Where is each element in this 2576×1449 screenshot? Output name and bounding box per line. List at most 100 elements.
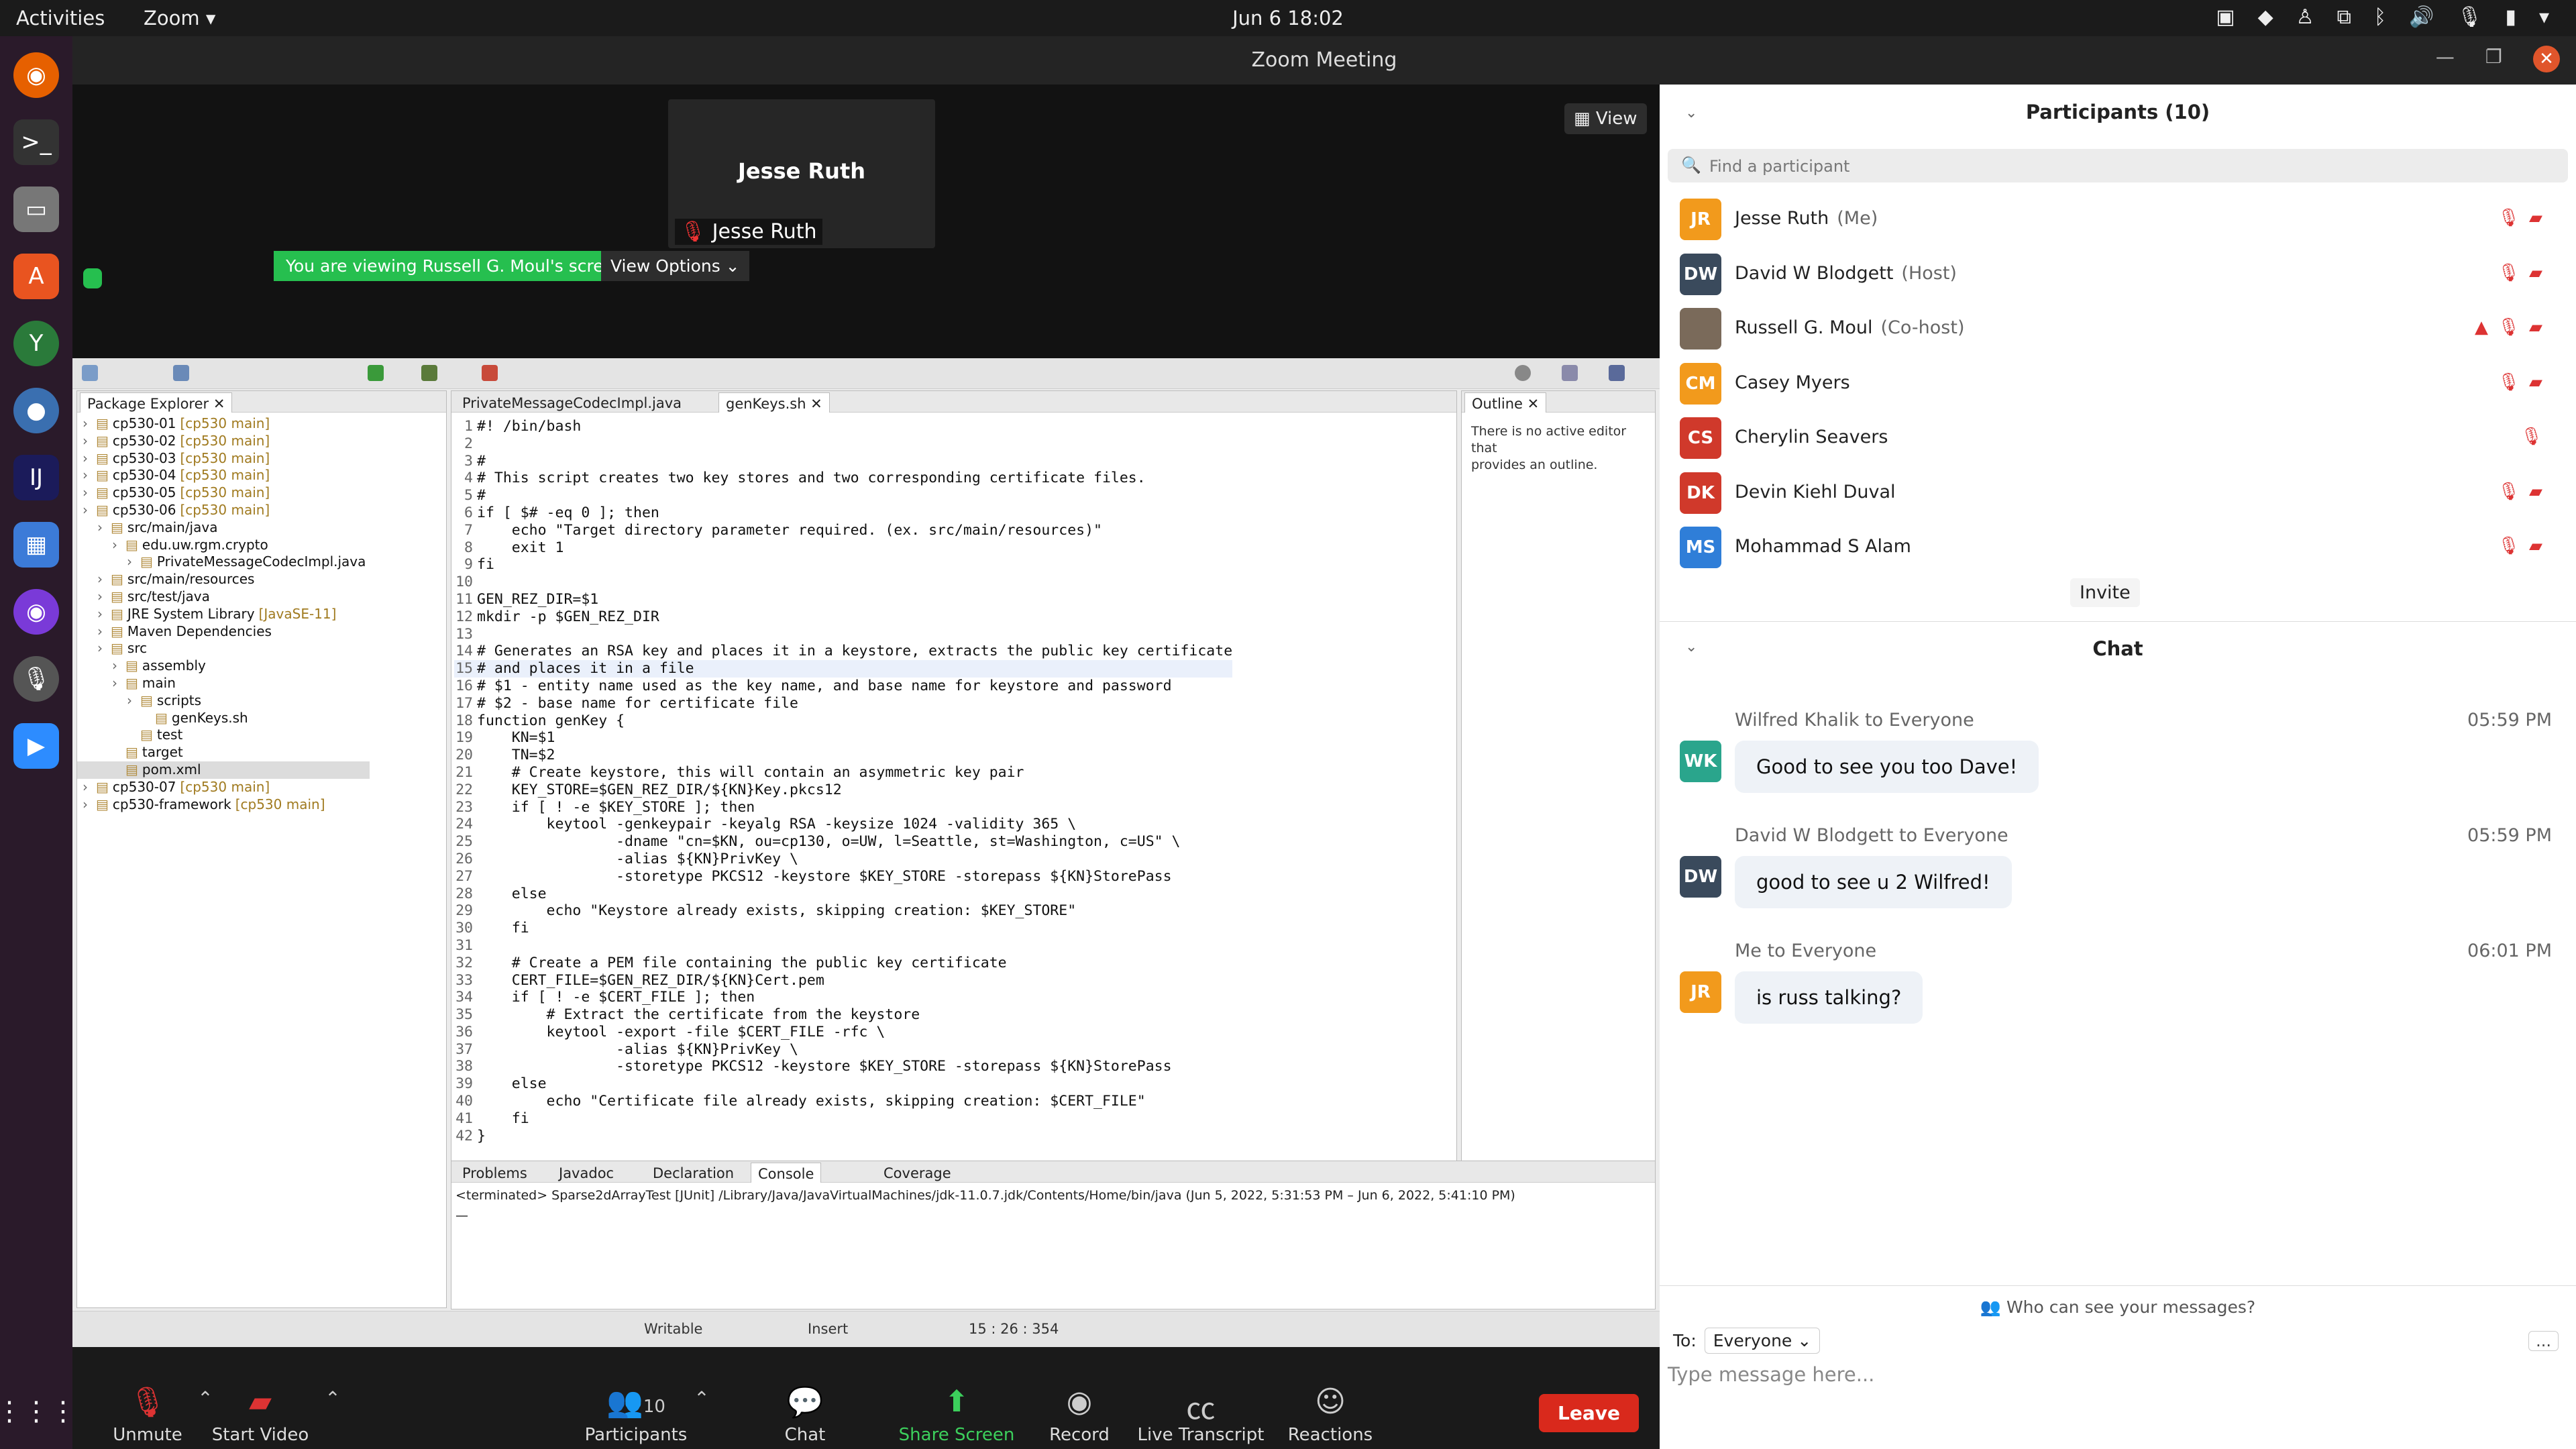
code-line[interactable]: 27 -storetype PKCS12 -keystore $KEY_STOR… [454,868,1232,885]
view-button[interactable]: ▦ View [1564,103,1647,134]
tab-package-explorer[interactable]: Package Explorer ✕ [80,392,233,413]
expand-arrow-icon[interactable]: › [127,553,140,570]
view-options-button[interactable]: View Options ⌄ [601,251,749,281]
shield-icon[interactable] [83,268,102,288]
code-line[interactable]: 26 -alias ${KN}PrivKey \ [454,851,1232,868]
code-line[interactable]: 42} [454,1128,1232,1145]
code-line[interactable]: 19 KN=$1 [454,729,1232,747]
tree-item[interactable]: › ▤ src/test/java [77,588,370,606]
code-line[interactable]: 28 else [454,885,1232,903]
chat-button[interactable]: 💬 Chat [771,1385,839,1445]
participant-row[interactable]: CM Casey Myers 🎙▰ [1680,362,2552,405]
tree-item[interactable]: › ▤ cp530-03 [cp530 main] [77,450,370,468]
message-bubble[interactable]: good to see u 2 Wilfred! [1735,856,2012,908]
minimize-icon[interactable]: — [2436,46,2455,72]
invite-button[interactable]: Invite [2070,578,2140,607]
leave-button[interactable]: Leave [1539,1394,1639,1432]
code-line[interactable]: 13 [454,626,1232,643]
tree-item[interactable]: › ▤ src/main/resources [77,571,370,588]
participant-row[interactable]: JR Jesse Ruth (Me) 🎙▰ [1680,199,2552,240]
code-line[interactable]: 29 echo "Keystore already exists, skippi… [454,902,1232,920]
new-icon[interactable] [82,365,98,381]
code-line[interactable]: 2 [454,435,1232,453]
live-transcript-button[interactable]: ㏄ Live Transcript [1120,1385,1281,1445]
expand-arrow-icon[interactable]: › [83,467,96,483]
zoom-dock-icon[interactable]: ▶ [13,723,59,769]
firefox-dev-icon[interactable]: ◉ [13,589,59,635]
code-line[interactable]: 4 # This script creates two key stores an… [454,470,1232,487]
code-line[interactable]: 39 else [454,1075,1232,1093]
tree-item[interactable]: › ▤ cp530-framework [cp530 main] [77,796,370,814]
tree-item[interactable]: › ▤ scripts [77,692,370,710]
battery-icon[interactable]: ▮ [2505,5,2516,29]
code-line[interactable]: 1 #! /bin/bash [454,418,1232,435]
network-icon[interactable]: ⧉ [2337,5,2351,29]
expand-arrow-icon[interactable]: › [83,450,96,466]
software-icon[interactable]: A [13,254,59,299]
firefox-icon[interactable]: ◉ [13,52,59,98]
volume-icon[interactable]: 🔊 [2409,5,2434,29]
reactions-button[interactable]: ☺ Reactions [1280,1385,1381,1445]
code-line[interactable]: 25 -dname "cn=$KN, ou=cp130, o=UW, l=Sea… [454,833,1232,851]
run-icon[interactable] [368,365,384,381]
expand-arrow-icon[interactable]: › [83,415,96,431]
screenshot-icon[interactable]: ▦ [13,522,59,568]
external-tools-icon[interactable] [482,365,498,381]
mic-app-icon[interactable]: 🎙 [13,656,59,702]
expand-arrow-icon[interactable]: › [112,675,125,691]
tree-item[interactable]: › ▤ PrivateMessageCodecImpl.java [77,553,370,571]
video-options-chevron[interactable]: ⌃ [292,1387,373,1428]
tree-item[interactable]: › ▤ cp530-06 [cp530 main] [77,502,370,519]
tab-console[interactable]: Console [751,1163,822,1183]
find-participant-input[interactable]: 🔍 Find a participant [1668,149,2568,182]
tree-item[interactable]: › ▤ edu.uw.rgm.crypto [77,537,370,554]
code-line[interactable]: 37 -alias ${KN}PrivKey \ [454,1041,1232,1059]
search-icon[interactable] [1515,365,1531,381]
tree-item[interactable]: ▤ target [77,744,370,761]
code-line[interactable]: 15 # and places it in a file [454,660,1233,678]
bluetooth-icon[interactable]: ᛒ [2374,5,2386,29]
code-line[interactable]: 11 GEN_REZ_DIR=$1 [454,591,1232,608]
clock[interactable]: Jun 6 18:02 [1201,7,1375,30]
tab-declaration[interactable]: Declaration [646,1163,741,1183]
user-tray-icon[interactable]: ♙ [2296,5,2314,29]
tree-item[interactable]: › ▤ cp530-05 [cp530 main] [77,484,370,502]
perspective-icon[interactable] [1562,365,1578,381]
mic-tray-icon[interactable]: 🎙 [2457,5,2482,29]
code-line[interactable]: 23 if [ ! -e $KEY_STORE ]; then [454,799,1232,816]
files-icon[interactable]: ▭ [13,186,59,232]
expand-arrow-icon[interactable]: › [83,433,96,449]
message-bubble[interactable]: is russ talking? [1735,971,1923,1024]
terminal-icon[interactable]: >_ [13,119,59,165]
gitkraken-icon[interactable]: Y [13,321,59,366]
java-perspective-icon[interactable] [1609,365,1625,381]
code-line[interactable]: 10 [454,574,1232,591]
expand-arrow-icon[interactable]: › [83,502,96,518]
expand-arrow-icon[interactable]: › [112,657,125,674]
code-line[interactable]: 8 exit 1 [454,539,1232,557]
code-line[interactable]: 22 KEY_STORE=$GEN_REZ_DIR/${KN}Key.pkcs1… [454,782,1232,799]
recipient-select[interactable]: Everyone ⌄ [1704,1328,1821,1354]
tab-coverage[interactable]: Coverage [877,1163,958,1183]
tree-item[interactable]: › ▤ cp530-04 [cp530 main] [77,467,370,484]
chat-message-input[interactable]: Type message here... [1668,1363,1874,1386]
code-line[interactable]: 30 fi [454,920,1232,937]
tree-item[interactable]: ▤ test [77,727,370,744]
tab-javadoc[interactable]: Javadoc [552,1163,621,1183]
code-line[interactable]: 36 keytool -export -file $CERT_FILE -rfc… [454,1024,1232,1041]
code-line[interactable]: 18 function genKey { [454,712,1232,730]
code-line[interactable]: 33 CERT_FILE=$GEN_REZ_DIR/${KN}Cert.pem [454,972,1232,989]
app-grid-icon[interactable]: ⋮⋮⋮ [0,1389,76,1434]
participant-row[interactable]: CS Cherylin Seavers 🎙 [1680,417,2552,459]
tree-item[interactable]: › ▤ cp530-01 [cp530 main] [77,415,370,433]
share-screen-button[interactable]: ⬆ Share Screen [883,1385,1030,1445]
message-bubble[interactable]: Good to see you too Dave! [1735,741,2039,793]
tab-genkeys[interactable]: genKeys.sh ✕ [718,392,830,413]
tree-item[interactable]: › ▤ cp530-02 [cp530 main] [77,433,370,450]
tree-item[interactable]: › ▤ main [77,675,370,692]
zoom-tray-icon[interactable]: ▣ [2216,5,2235,29]
code-line[interactable]: 6 if [ $# -eq 0 ]; then [454,504,1232,522]
intellij-icon[interactable]: IJ [13,455,59,500]
activities-button[interactable]: Activities [16,7,105,30]
code-line[interactable]: 16 # $1 - entity name used as the key nam… [454,678,1232,695]
